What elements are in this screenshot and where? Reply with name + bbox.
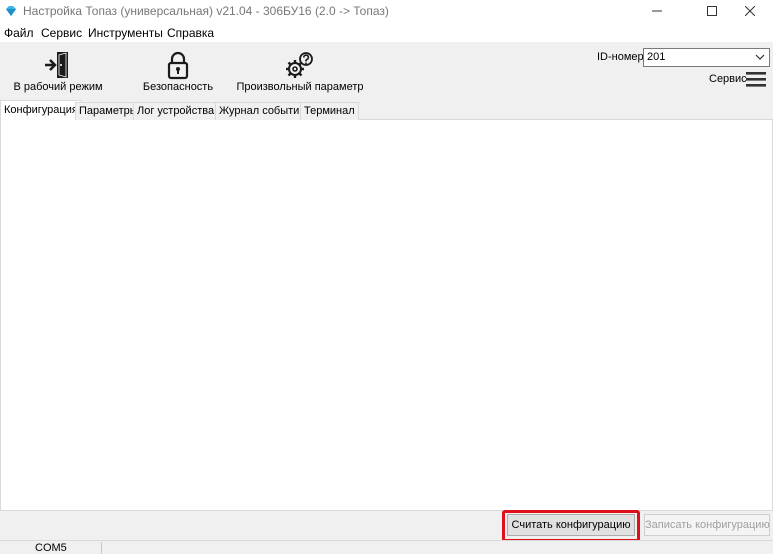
service-label: Сервис [709,73,747,85]
work-mode-label: В рабочий режим [13,81,103,93]
menu-help[interactable]: Справка [167,26,214,40]
status-bar: COM5 [0,540,773,554]
write-config-button[interactable]: Записать конфигурацию [644,514,770,536]
id-number-select[interactable]: 201 [643,48,770,67]
lock-icon [167,51,189,80]
id-number-value: 201 [647,51,666,63]
exit-door-icon [45,52,68,78]
work-mode-button[interactable]: В рабочий режим [8,42,108,97]
tab-configuration[interactable]: Конфигурация [0,100,82,121]
configuration-panel [0,120,773,511]
minimize-icon [652,10,662,12]
highlight-frame [502,510,640,542]
menu-file[interactable]: Файл [4,26,34,40]
chevron-down-icon [755,54,765,60]
security-button[interactable]: Безопасность [128,42,228,97]
tab-parameters[interactable]: Параметры [75,102,142,120]
action-bar: Считать конфигурацию Записать конфигурац… [0,511,773,540]
gears-question-icon [286,52,313,78]
tab-event-journal[interactable]: Журнал событий [215,102,310,120]
status-separator [101,542,102,554]
com-port-status: COM5 [35,542,67,554]
close-icon [745,6,755,16]
window-title: Настройка Топаз (универсальная) v21.04 -… [23,4,389,18]
tab-terminal[interactable]: Терминал [300,102,359,120]
menu-service[interactable]: Сервис [41,26,82,40]
custom-param-button[interactable]: Произвольный параметр [236,42,364,97]
hamburger-menu-icon[interactable] [745,70,767,88]
id-number-label: ID-номер [597,51,644,63]
menu-tools[interactable]: Инструменты [88,26,163,40]
menu-bar: Файл Сервис Инструменты Справка [0,22,773,42]
tab-device-log[interactable]: Лог устройства [133,102,219,120]
security-label: Безопасность [142,81,214,93]
toolbar: В рабочий режим Безопасность Произвольны… [0,42,773,97]
close-button[interactable] [727,0,773,22]
title-bar: Настройка Топаз (универсальная) v21.04 -… [0,0,773,22]
diamond-icon [6,6,16,16]
minimize-button[interactable] [634,0,680,22]
maximize-icon [707,6,717,16]
tab-strip: Конфигурация Параметры Лог устройства Жу… [0,97,773,121]
custom-param-label: Произвольный параметр [236,81,364,93]
